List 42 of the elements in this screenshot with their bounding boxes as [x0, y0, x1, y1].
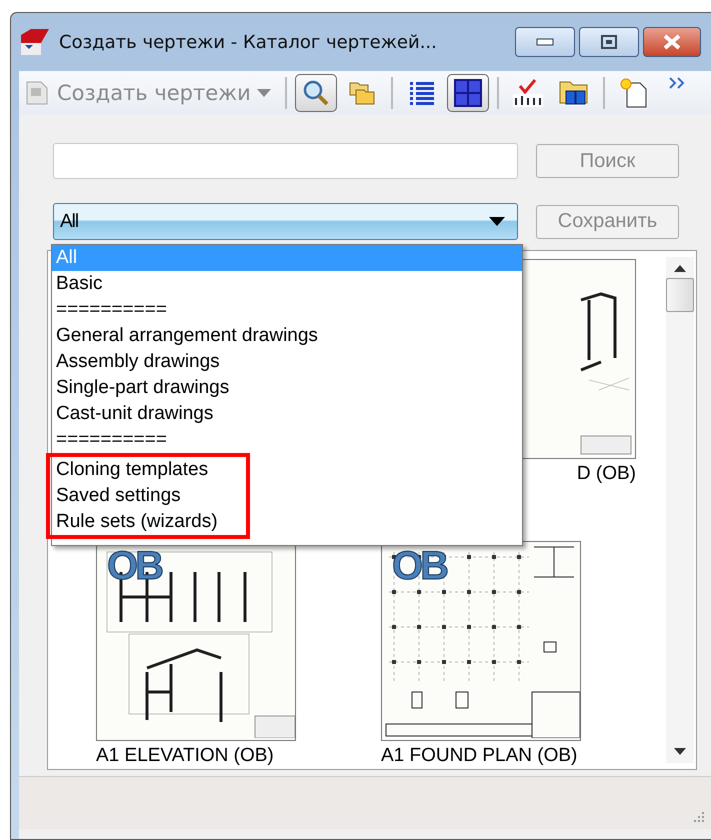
thumbnail-label: A1 ELEVATION (OB) [96, 745, 274, 767]
thumbnail-label: D (OB) [576, 463, 636, 485]
spellcheck-icon [512, 78, 544, 108]
window-title: Создать чертежи - Каталог чертежей... [59, 32, 438, 52]
app-logo-icon [19, 27, 51, 57]
close-icon [662, 34, 682, 50]
scroll-down-icon[interactable] [674, 748, 686, 755]
restore-icon [601, 35, 617, 49]
caret-icon [256, 89, 271, 97]
dropdown-option[interactable]: Cloning templates [52, 457, 246, 483]
dropdown-option[interactable]: ========== [52, 427, 522, 453]
close-button[interactable] [643, 27, 701, 57]
dropdown-option[interactable]: Basic [52, 271, 522, 297]
dropdown-option[interactable]: Rule sets (wizards) [52, 509, 246, 535]
list-icon [408, 79, 436, 107]
drawing-thumbnail[interactable]: OB [381, 541, 581, 741]
resize-grip-icon[interactable] [693, 811, 705, 823]
thumbnail-label: A1 FOUND PLAN (OB) [381, 745, 578, 767]
minimize-button[interactable] [515, 27, 575, 57]
overflow-chevron-icon[interactable] [668, 77, 685, 89]
scroll-thumb[interactable] [666, 278, 694, 312]
minimize-icon [536, 38, 554, 46]
scroll-up-icon[interactable] [674, 265, 686, 272]
dropdown-option[interactable]: ========== [52, 297, 522, 323]
grid-tool-button[interactable] [446, 74, 489, 112]
search-tool-button[interactable] [294, 74, 337, 112]
search-icon [302, 79, 330, 107]
dropdown-option[interactable]: Single-part drawings [52, 375, 522, 401]
folders-icon [348, 80, 376, 106]
dropdown-option[interactable]: Cast-unit drawings [52, 401, 522, 427]
dropdown-option[interactable]: General arrangement drawings [52, 323, 522, 349]
scrollbar[interactable] [666, 257, 694, 763]
dropdown-option[interactable]: Assembly drawings [52, 349, 522, 375]
new-document-icon [618, 77, 649, 109]
dropdown-option[interactable]: Saved settings [52, 483, 246, 509]
filter-dropdown[interactable]: All [53, 203, 518, 240]
caret-icon [489, 217, 505, 226]
drawing-title: OB [392, 544, 446, 589]
drawing-title: OB [107, 544, 161, 589]
search-field[interactable] [53, 143, 518, 179]
grid-icon [452, 78, 483, 108]
restore-button[interactable] [579, 27, 639, 57]
